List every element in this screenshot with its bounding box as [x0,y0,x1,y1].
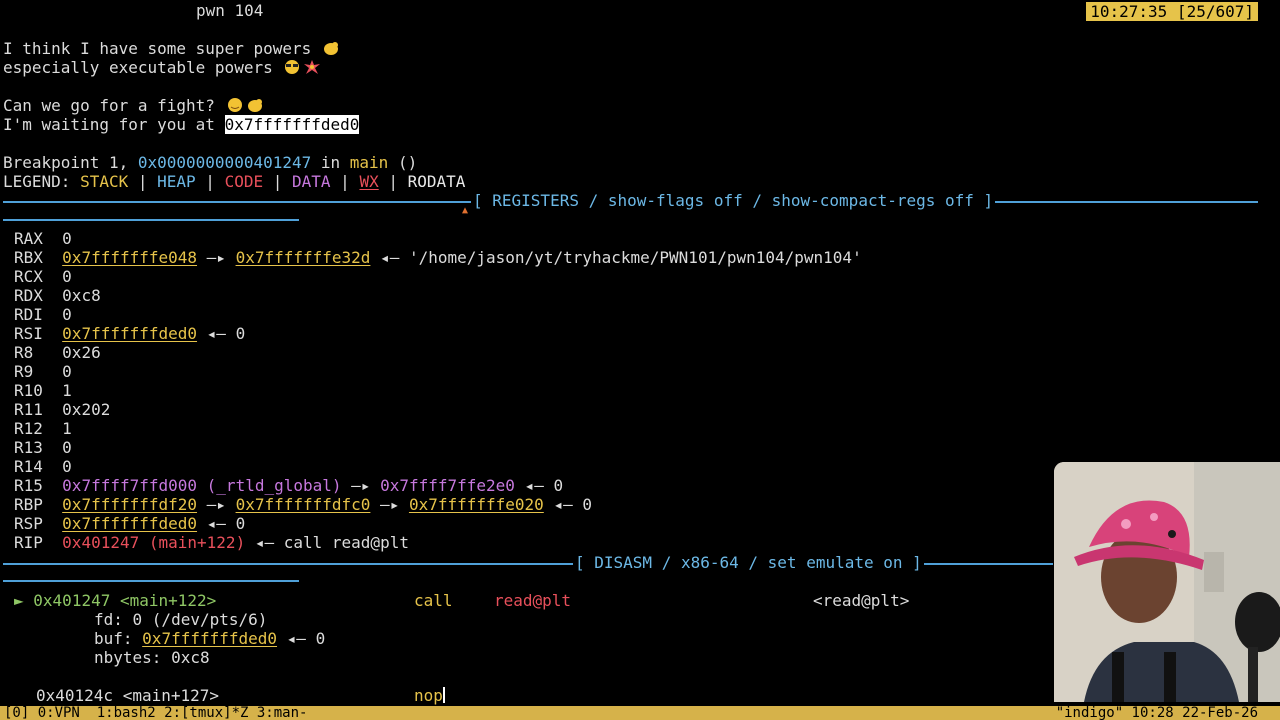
reg-r8: R8 0x26 [14,343,101,362]
explosion-icon [302,59,322,75]
arg-buf: buf: 0x7fffffffded0 ◂— 0 [94,629,326,648]
reg-r14: R14 0 [14,457,72,476]
registers-underline [3,219,299,221]
reg-r9: R9 0 [14,362,72,381]
disasm-row-next-mnemonic: nop [414,686,445,705]
disasm-row-next: 0x40124c <main+127> [36,686,220,705]
legend-wx: WX [359,172,379,191]
legend-code: CODE [224,172,264,191]
terminal-cursor [442,687,445,703]
legend-data: DATA [292,172,331,191]
reg-r13: R13 0 [14,438,72,457]
mouse-cursor-icon: ▲ [462,205,469,216]
output-line-4: I'm waiting for you at 0x7fffffffded0 [3,115,360,134]
reg-rbp: RBP 0x7fffffffdf20 —▸ 0x7fffffffdfc0 —▸ … [14,495,592,514]
face-icon [225,97,245,113]
legend-rodata: RODATA [407,172,466,191]
clock-badge: 10:27:35 [25/607] [1086,2,1258,21]
registers-header: [ REGISTERS / show-flags off / show-comp… [471,191,996,210]
reg-rsi: RSI 0x7fffffffded0 ◂— 0 [14,324,246,343]
disasm-row-current: ► 0x401247 <main+122> [14,591,217,610]
output-line-1: I think I have some super powers [3,39,341,58]
reg-r10: R10 1 [14,381,72,400]
tmux-status-right: "indigo" 10:28 22-Feb-26 [1055,706,1258,720]
legend-line: LEGEND: STACK | HEAP | CODE | DATA | WX … [3,172,466,191]
reg-rsp: RSP 0x7fffffffded0 ◂— 0 [14,514,246,533]
reg-rdx: RDX 0xc8 [14,286,101,305]
tmux-status-bar: [0] 0:VPN 1:bash2 2:[tmux]*Z 3:man- "ind… [0,706,1280,720]
tmux-pane-title: pwn 104 [196,1,264,20]
legend-heap: HEAP [157,172,196,191]
disasm-underline [3,580,299,582]
disasm-row-current-mnemonic: call [414,591,453,610]
reg-r12: R12 1 [14,419,72,438]
breakpoint-line: Breakpoint 1, 0x0000000000401247 in main… [3,153,418,172]
legend-stack: STACK [80,172,129,191]
arg-fd: fd: 0 (/dev/pts/6) [94,610,268,629]
tmux-window-list[interactable]: [0] 0:VPN 1:bash2 2:[tmux]*Z 3:man- [4,706,307,720]
reg-rip: RIP 0x401247 (main+122) ◂— call read@plt [14,533,409,552]
leaked-address: 0x7fffffffded0 [224,115,360,134]
output-line-2: especially executable powers [3,58,322,77]
reg-rdi: RDI 0 [14,305,72,324]
arg-nbytes: nbytes: 0xc8 [94,648,210,667]
current-instruction-marker-icon: ► [14,591,24,610]
disasm-row-current-operand: read@plt [494,591,572,610]
disasm-header: [ DISASM / x86-64 / set emulate on ] [573,553,924,572]
output-line-3: Can we go for a fight? [3,96,265,115]
disasm-row-current-target: <read@plt> [813,591,910,610]
reg-rbx: RBX 0x7fffffffe048 —▸ 0x7fffffffe32d ◂— … [14,248,862,267]
reg-rcx: RCX 0 [14,267,72,286]
webcam-overlay [1054,462,1280,702]
reg-r15: R15 0x7ffff7ffd000 (_rtld_global) —▸ 0x7… [14,476,564,495]
reg-rax: RAX 0 [14,229,72,248]
flexed-biceps-icon [321,40,341,56]
flexed-biceps-icon-2 [245,97,265,113]
sunglasses-face-icon [282,59,302,75]
reg-r11: R11 0x202 [14,400,111,419]
